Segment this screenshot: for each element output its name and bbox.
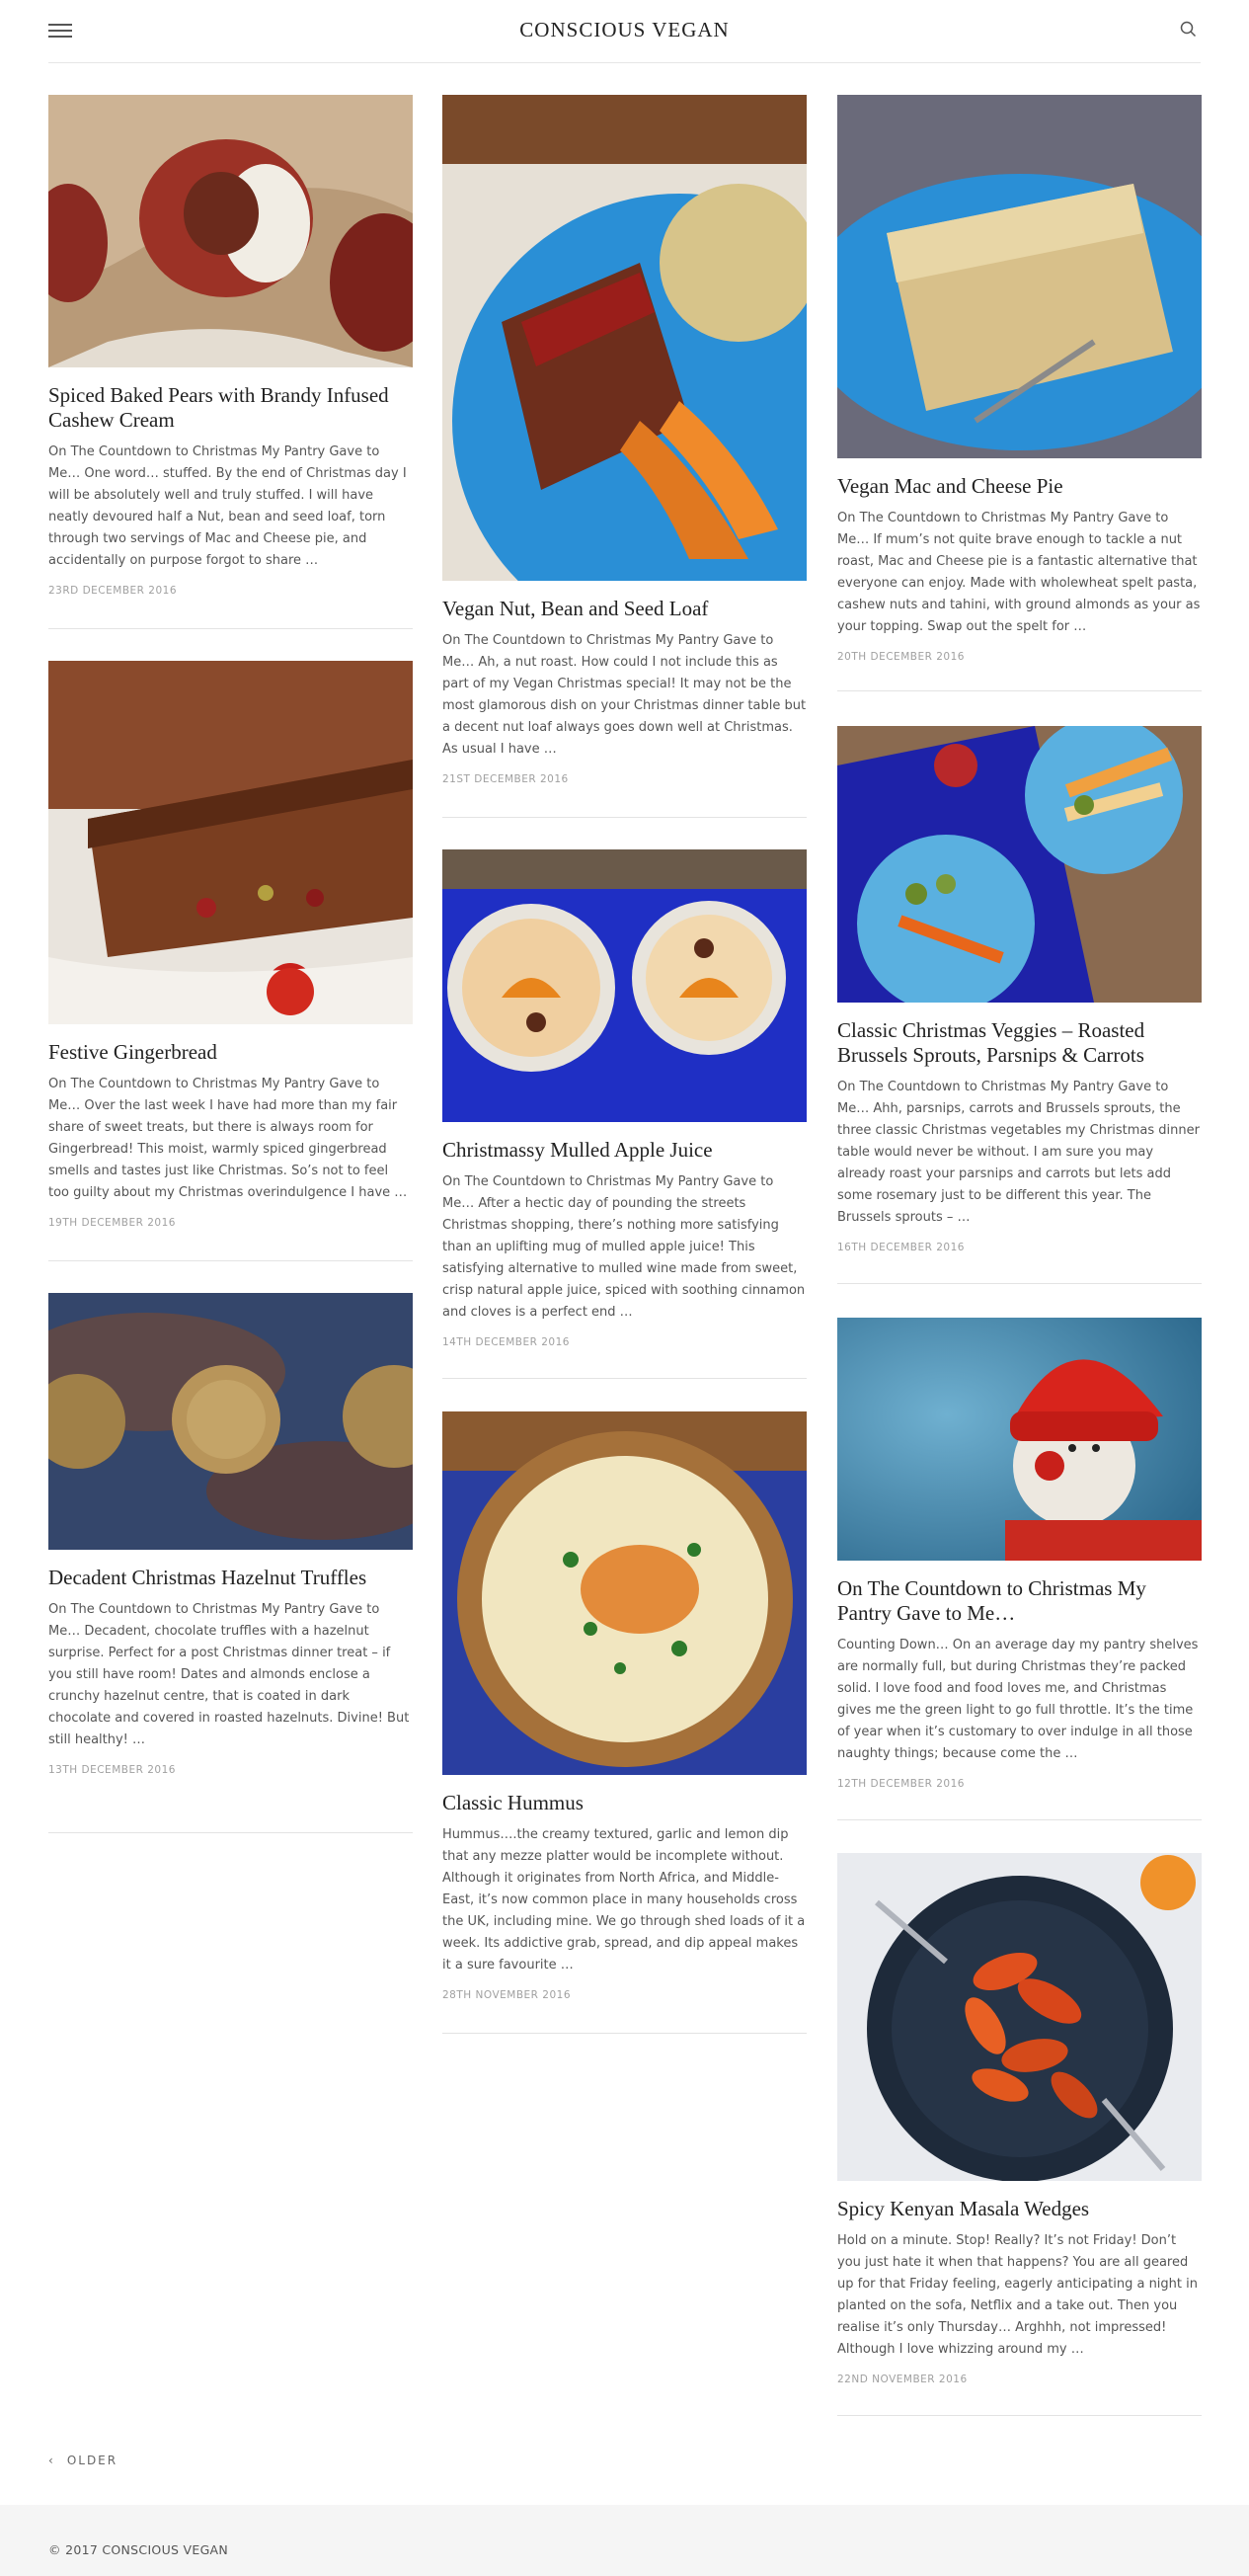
post-title[interactable]: Festive Gingerbread [48, 1040, 413, 1065]
site-title[interactable]: CONSCIOUS VEGAN [48, 18, 1201, 42]
post-card: Spiced Baked Pears with Brandy Infused C… [48, 95, 413, 629]
post-card: Decadent Christmas Hazelnut Truffles On … [48, 1293, 413, 1833]
post-thumbnail-mac-and-cheese-pie[interactable] [837, 95, 1202, 458]
older-label: OLDER [66, 2454, 118, 2467]
post-title[interactable]: Christmassy Mulled Apple Juice [442, 1138, 807, 1163]
post-card: Spicy Kenyan Masala Wedges Hold on a min… [837, 1853, 1202, 2416]
post-title[interactable]: Classic Christmas Veggies – Roasted Brus… [837, 1018, 1202, 1068]
site-header: CONSCIOUS VEGAN [48, 0, 1201, 63]
post-title[interactable]: Spicy Kenyan Masala Wedges [837, 2197, 1202, 2221]
post-title[interactable]: Classic Hummus [442, 1791, 807, 1815]
post-excerpt: On The Countdown to Christmas My Pantry … [48, 444, 407, 568]
post-excerpt: On The Countdown to Christmas My Pantry … [48, 1602, 410, 1747]
search-icon[interactable] [1179, 20, 1199, 40]
post-date: 22ND NOVEMBER 2016 [837, 2374, 968, 2385]
post-date: 21ST DECEMBER 2016 [442, 773, 569, 785]
post-title[interactable]: Vegan Mac and Cheese Pie [837, 474, 1202, 499]
post-date: 13TH DECEMBER 2016 [48, 1764, 176, 1776]
post-excerpt: Hummus….the creamy textured, garlic and … [442, 1827, 806, 1972]
copyright-text: © 2017 CONSCIOUS VEGAN [48, 2542, 229, 2557]
post-date: 19TH DECEMBER 2016 [48, 1217, 176, 1229]
post-card: Classic Christmas Veggies – Roasted Brus… [837, 726, 1202, 1284]
older-posts-link[interactable]: ‹ OLDER [48, 2454, 117, 2467]
post-thumbnail-nut-loaf[interactable] [442, 95, 807, 581]
post-thumbnail-countdown[interactable] [837, 1318, 1202, 1561]
post-thumbnail-mulled-apple-juice[interactable] [442, 849, 807, 1122]
post-title[interactable]: Vegan Nut, Bean and Seed Loaf [442, 597, 807, 621]
site-footer: © 2017 CONSCIOUS VEGAN [0, 2505, 1249, 2576]
post-thumbnail-gingerbread[interactable] [48, 661, 413, 1024]
post-date: 23RD DECEMBER 2016 [48, 585, 178, 597]
post-date: 20TH DECEMBER 2016 [837, 651, 965, 663]
post-title[interactable]: On The Countdown to Christmas My Pantry … [837, 1576, 1202, 1626]
post-excerpt: On The Countdown to Christmas My Pantry … [837, 1080, 1200, 1225]
post-date: 16TH DECEMBER 2016 [837, 1242, 965, 1253]
post-card: On The Countdown to Christmas My Pantry … [837, 1318, 1202, 1820]
post-card: Classic Hummus Hummus….the creamy textur… [442, 1411, 807, 2034]
post-date: 14TH DECEMBER 2016 [442, 1336, 570, 1348]
chevron-left-icon: ‹ [48, 2454, 55, 2467]
post-thumbnail-baked-pears[interactable] [48, 95, 413, 367]
post-card: Vegan Mac and Cheese Pie On The Countdow… [837, 95, 1202, 691]
post-title[interactable]: Decadent Christmas Hazelnut Truffles [48, 1566, 413, 1590]
post-thumbnail-christmas-veggies[interactable] [837, 726, 1202, 1003]
post-card: Festive Gingerbread On The Countdown to … [48, 661, 413, 1261]
post-date: 28TH NOVEMBER 2016 [442, 1989, 572, 2001]
post-excerpt: On The Countdown to Christmas My Pantry … [48, 1077, 408, 1200]
post-excerpt: On The Countdown to Christmas My Pantry … [837, 511, 1201, 634]
post-date: 12TH DECEMBER 2016 [837, 1778, 965, 1790]
post-thumbnail-truffles[interactable] [48, 1293, 413, 1550]
post-thumbnail-hummus[interactable] [442, 1411, 807, 1775]
post-card: Christmassy Mulled Apple Juice On The Co… [442, 849, 807, 1379]
post-thumbnail-masala-wedges[interactable] [837, 1853, 1202, 2181]
post-card: Vegan Nut, Bean and Seed Loaf On The Cou… [442, 95, 807, 818]
post-excerpt: On The Countdown to Christmas My Pantry … [442, 1174, 806, 1320]
post-title[interactable]: Spiced Baked Pears with Brandy Infused C… [48, 383, 413, 433]
post-excerpt: Counting Down… On an average day my pant… [837, 1638, 1199, 1761]
post-excerpt: Hold on a minute. Stop! Really? It’s not… [837, 2233, 1198, 2357]
post-excerpt: On The Countdown to Christmas My Pantry … [442, 633, 807, 757]
